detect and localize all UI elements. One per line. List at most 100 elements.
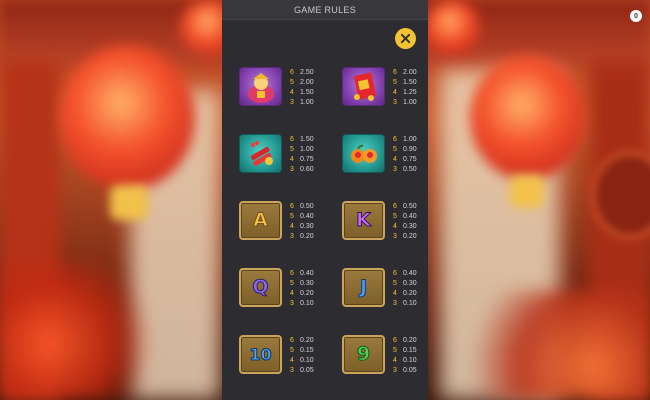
symbol-10-icon: 10 [239, 335, 282, 374]
paytable-entry: 6 1.50 5 1.00 4 0.75 3 0.60 [222, 127, 325, 194]
payout-value: 0.30 [300, 280, 314, 288]
blossom-right [450, 290, 650, 400]
corner-badge-text: 0 [634, 12, 638, 20]
paytable-row: 10 6 0.20 5 0.15 4 0.10 3 0.05 9 6 0.20 5 0.15… [222, 328, 428, 395]
payout-count: 6 [393, 337, 397, 344]
payout-list: 6 0.40 5 0.30 4 0.20 3 0.10 [290, 269, 314, 309]
payout-row: 5 0.30 [393, 279, 417, 289]
payout-count: 3 [393, 99, 397, 107]
payout-row: 6 0.50 [393, 202, 417, 212]
payout-value: 0.40 [300, 213, 314, 221]
paytable-entry: 6 2.00 5 1.50 4 1.25 3 1.00 [325, 60, 428, 127]
payout-value: 1.00 [403, 99, 417, 107]
payout-value: 0.75 [403, 156, 417, 164]
payout-value: 1.50 [300, 136, 314, 143]
firecrackers-symbol-icon [239, 134, 282, 173]
payout-row: 6 1.50 [290, 135, 314, 145]
payout-value: 1.00 [403, 136, 417, 143]
corner-badge[interactable]: 0 [630, 10, 642, 22]
paytable-row: 6 2.50 5 2.00 4 1.50 3 1.00 6 2.00 5 1.5… [222, 60, 428, 127]
symbol-label: K [356, 209, 372, 231]
payout-row: 4 1.25 [393, 88, 417, 98]
payout-value: 0.10 [403, 357, 417, 365]
payout-list: 6 1.50 5 1.00 4 0.75 3 0.60 [290, 135, 314, 175]
payout-value: 1.50 [403, 79, 417, 87]
paytable-entry: J 6 0.40 5 0.30 4 0.20 3 0.10 [325, 261, 428, 328]
payout-row: 4 0.75 [393, 155, 417, 165]
paytable-row: Q 6 0.40 5 0.30 4 0.20 3 0.10 J 6 0.40 5 0.30 … [222, 261, 428, 328]
payout-value: 0.30 [300, 223, 314, 231]
payout-list: 6 0.50 5 0.40 4 0.30 3 0.20 [393, 202, 417, 242]
payout-count: 3 [290, 99, 294, 107]
payout-row: 3 0.60 [290, 165, 314, 175]
symbol-label: J [359, 276, 368, 298]
payout-count: 5 [290, 146, 294, 154]
payout-row: 4 1.50 [290, 88, 314, 98]
payout-count: 6 [393, 203, 397, 210]
payout-value: 0.20 [300, 337, 314, 344]
payout-row: 4 0.10 [393, 356, 417, 366]
payout-value: 2.00 [403, 69, 417, 76]
payout-value: 2.50 [300, 69, 314, 76]
payout-row: 4 0.20 [393, 289, 417, 299]
payout-value: 0.40 [403, 213, 417, 221]
payout-value: 1.50 [300, 89, 314, 97]
payout-row: 3 0.10 [393, 299, 417, 309]
payout-count: 4 [393, 290, 397, 298]
payout-row: 5 1.50 [393, 78, 417, 88]
payout-count: 5 [393, 280, 397, 288]
payout-count: 5 [393, 79, 397, 87]
payout-count: 3 [393, 233, 397, 241]
payout-row: 5 0.30 [290, 279, 314, 289]
payout-value: 0.20 [300, 290, 314, 298]
payout-count: 4 [393, 89, 397, 97]
payout-value: 0.20 [300, 233, 314, 241]
lantern-icon [425, 0, 480, 55]
symbol-k-icon: K [342, 201, 385, 240]
payout-list: 6 0.40 5 0.30 4 0.20 3 0.10 [393, 269, 417, 309]
paytable: 6 2.50 5 2.00 4 1.50 3 1.00 6 2.00 5 1.5… [222, 60, 428, 395]
payout-count: 3 [393, 166, 397, 174]
payout-row: 6 0.20 [393, 336, 417, 346]
payout-count: 4 [393, 223, 397, 231]
payout-count: 5 [393, 146, 397, 154]
fortune-god-symbol-icon [239, 67, 282, 106]
payout-row: 3 0.10 [290, 299, 314, 309]
payout-count: 4 [290, 357, 294, 365]
paytable-entry: 6 1.00 5 0.90 4 0.75 3 0.50 [325, 127, 428, 194]
close-button[interactable] [395, 28, 416, 49]
payout-row: 5 0.15 [393, 346, 417, 356]
payout-value: 0.20 [403, 233, 417, 241]
payout-count: 5 [290, 213, 294, 221]
payout-list: 6 0.20 5 0.15 4 0.10 3 0.05 [290, 336, 314, 376]
payout-count: 5 [290, 347, 294, 355]
payout-count: 6 [290, 337, 294, 344]
mandarin-oranges-symbol-icon [342, 134, 385, 173]
page-title: GAME RULES [293, 4, 356, 15]
payout-count: 4 [290, 223, 294, 231]
symbol-q-icon: Q [239, 268, 282, 307]
payout-count: 5 [290, 280, 294, 288]
paytable-entry: Q 6 0.40 5 0.30 4 0.20 3 0.10 [222, 261, 325, 328]
lantern-icon [60, 45, 195, 190]
payout-count: 3 [290, 233, 294, 241]
payout-value: 0.30 [403, 280, 417, 288]
payout-count: 5 [393, 347, 397, 355]
symbol-j-icon: J [342, 268, 385, 307]
payout-row: 4 0.75 [290, 155, 314, 165]
panel-header: GAME RULES [222, 0, 428, 20]
payout-value: 0.15 [403, 347, 417, 355]
payout-row: 3 0.05 [290, 366, 314, 376]
payout-list: 6 2.00 5 1.50 4 1.25 3 1.00 [393, 68, 417, 108]
payout-value: 0.40 [300, 270, 314, 277]
payout-count: 3 [290, 367, 294, 375]
payout-count: 6 [290, 69, 294, 76]
payout-value: 0.75 [300, 156, 314, 164]
payout-row: 4 0.10 [290, 356, 314, 366]
payout-value: 1.25 [403, 89, 417, 97]
payout-row: 3 0.20 [393, 232, 417, 242]
lantern-tassel [110, 185, 148, 220]
payout-row: 5 1.00 [290, 145, 314, 155]
payout-row: 3 1.00 [290, 98, 314, 108]
payout-row: 5 0.40 [290, 212, 314, 222]
